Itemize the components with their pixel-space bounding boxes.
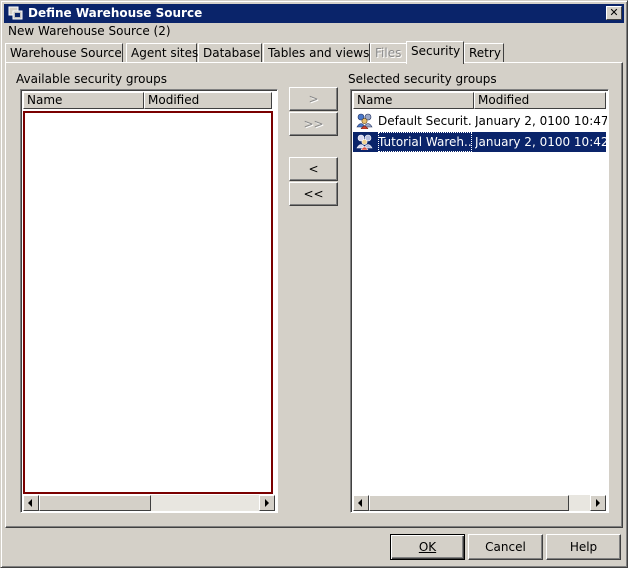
available-groups-items[interactable] <box>23 111 273 494</box>
tab-files[interactable]: Files <box>370 43 408 63</box>
add-all-button[interactable]: >> <box>289 112 338 136</box>
close-icon: ✕ <box>609 6 619 19</box>
group-modified: January 2, 0100 10:47:0 <box>475 114 607 128</box>
selected-groups-label: Selected security groups <box>348 72 497 86</box>
scroll-thumb[interactable] <box>39 495 151 511</box>
selected-modified-header[interactable]: Modified <box>474 92 606 109</box>
selected-groups-list[interactable]: Name Modified Default Securit... January… <box>350 89 609 513</box>
remove-button[interactable]: < <box>289 157 338 181</box>
tab-strip: Warehouse Source Agent sites Database Ta… <box>5 41 625 64</box>
security-group-icon <box>356 134 373 150</box>
tab-retry[interactable]: Retry <box>464 43 504 63</box>
available-groups-label: Available security groups <box>16 72 167 86</box>
window-title: Define Warehouse Source <box>28 6 203 20</box>
source-name-label: New Warehouse Source (2) <box>8 24 171 38</box>
selected-group-row[interactable]: Default Securit... January 2, 0100 10:47… <box>353 111 607 131</box>
dialog-window: Define Warehouse Source ✕ New Warehouse … <box>0 0 628 568</box>
scroll-right-button[interactable] <box>259 495 275 511</box>
warehouse-app-icon <box>8 6 23 20</box>
group-name: Tutorial Wareh... <box>378 132 472 152</box>
scroll-left-button[interactable] <box>353 495 369 511</box>
add-button[interactable]: > <box>289 87 338 111</box>
available-horizontal-scrollbar[interactable] <box>23 495 275 511</box>
tab-database[interactable]: Database <box>198 43 262 63</box>
ok-button[interactable]: OK <box>390 534 465 560</box>
selected-group-row[interactable]: Tutorial Wareh... January 2, 0100 10:42:… <box>353 132 607 152</box>
scroll-left-button[interactable] <box>23 495 39 511</box>
arrow-left-icon <box>28 499 32 507</box>
scroll-thumb[interactable] <box>369 495 569 511</box>
available-name-header[interactable]: Name <box>23 92 144 109</box>
remove-all-button[interactable]: << <box>289 182 338 206</box>
tab-warehouse-source[interactable]: Warehouse Source <box>5 43 123 63</box>
cancel-button[interactable]: Cancel <box>468 534 543 560</box>
selected-horizontal-scrollbar[interactable] <box>353 495 606 511</box>
ok-button-label: OK <box>418 540 437 554</box>
arrow-right-icon <box>265 499 269 507</box>
available-modified-header[interactable]: Modified <box>144 92 272 109</box>
help-button[interactable]: Help <box>546 534 621 560</box>
close-button[interactable]: ✕ <box>606 6 622 20</box>
tab-agent-sites[interactable]: Agent sites <box>126 43 198 63</box>
tab-tables-and-views[interactable]: Tables and views <box>263 43 370 63</box>
scroll-right-button[interactable] <box>590 495 606 511</box>
arrow-left-icon <box>358 499 362 507</box>
group-name: Default Securit... <box>378 114 472 128</box>
tab-security[interactable]: Security <box>406 41 464 64</box>
group-modified: January 2, 0100 10:42:0 <box>475 135 607 149</box>
title-bar[interactable]: Define Warehouse Source ✕ <box>4 4 624 23</box>
arrow-right-icon <box>596 499 600 507</box>
available-groups-list[interactable]: Name Modified <box>20 89 278 513</box>
security-group-icon <box>356 113 373 129</box>
selected-name-header[interactable]: Name <box>353 92 474 109</box>
